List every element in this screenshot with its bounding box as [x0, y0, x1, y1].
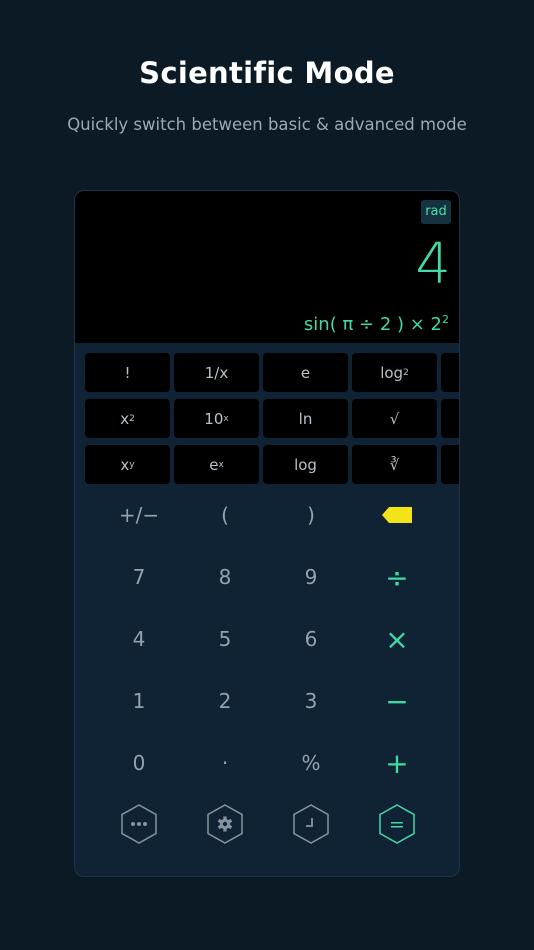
digit-2-key[interactable]: 2 — [182, 676, 268, 726]
factorial-key[interactable]: ! — [85, 353, 170, 392]
equals-button[interactable]: = — [378, 804, 416, 844]
sqrt-key[interactable]: √ — [352, 399, 437, 438]
clock-icon — [306, 818, 313, 827]
calculator-display: rad 4 sin( π ÷ 2 ) × 22 — [75, 191, 459, 343]
sci-key-overflow[interactable] — [441, 353, 459, 392]
digit-9-key[interactable]: 9 — [268, 552, 354, 602]
digit-8-key[interactable]: 8 — [182, 552, 268, 602]
sci-key-overflow[interactable] — [441, 445, 459, 484]
reciprocal-key[interactable]: 1/x — [174, 353, 259, 392]
square-base: x — [120, 409, 130, 428]
exp-key[interactable]: ex — [174, 445, 259, 484]
expression-power: 2 — [442, 313, 449, 326]
page-headline: Scientific Mode — [139, 56, 395, 90]
divide-key[interactable]: ÷ — [354, 552, 440, 602]
equals-label: = — [389, 814, 405, 836]
cube-root-key[interactable]: ∛ — [352, 445, 437, 484]
power-key[interactable]: xy — [85, 445, 170, 484]
digit-4-key[interactable]: 4 — [96, 614, 182, 664]
sci-key-overflow[interactable] — [441, 399, 459, 438]
euler-key[interactable]: e — [263, 353, 348, 392]
square-key[interactable]: x2 — [85, 399, 170, 438]
ten-power-sup: x — [223, 413, 229, 424]
log2-sub: 2 — [403, 367, 409, 378]
calculator-device: rad 4 sin( π ÷ 2 ) × 22 ! 1/x e log 2 x2 … — [74, 190, 460, 877]
subtract-key[interactable]: − — [354, 676, 440, 726]
decimal-key[interactable]: · — [182, 738, 268, 788]
close-paren-key[interactable]: ) — [268, 490, 354, 540]
digit-0-key[interactable]: 0 — [96, 738, 182, 788]
settings-button[interactable] — [206, 804, 244, 844]
page-subline: Quickly switch between basic & advanced … — [67, 115, 467, 134]
digit-5-key[interactable]: 5 — [182, 614, 268, 664]
log2-key[interactable]: log 2 — [352, 353, 437, 392]
log-key[interactable]: log — [263, 445, 348, 484]
history-button[interactable] — [292, 804, 330, 844]
backspace-icon[interactable] — [382, 507, 412, 523]
digit-6-key[interactable]: 6 — [268, 614, 354, 664]
digit-7-key[interactable]: 7 — [96, 552, 182, 602]
power-sup: y — [129, 459, 135, 470]
open-paren-key[interactable]: ( — [182, 490, 268, 540]
log2-label: log — [380, 363, 404, 382]
exp-base: e — [209, 455, 219, 474]
expression-text: sin( π ÷ 2 ) × 22 — [304, 313, 449, 335]
more-button[interactable] — [120, 804, 158, 844]
more-icon — [131, 822, 147, 826]
add-key[interactable]: + — [354, 738, 440, 788]
digit-3-key[interactable]: 3 — [268, 676, 354, 726]
ten-power-base: 10 — [204, 409, 224, 428]
result-value: 4 — [415, 232, 451, 297]
multiply-key[interactable]: × — [354, 614, 440, 664]
square-sup: 2 — [129, 413, 135, 424]
expression-main: sin( π ÷ 2 ) × 2 — [303, 314, 442, 335]
ten-power-key[interactable]: 10 x — [174, 399, 259, 438]
angle-mode-toggle[interactable]: rad — [421, 200, 451, 224]
sign-key[interactable]: +/− — [96, 490, 182, 540]
digit-1-key[interactable]: 1 — [96, 676, 182, 726]
gear-icon — [217, 816, 233, 832]
percent-key[interactable]: % — [268, 738, 354, 788]
exp-sup: x — [218, 459, 224, 470]
ln-key[interactable]: ln — [263, 399, 348, 438]
power-base: x — [120, 455, 130, 474]
